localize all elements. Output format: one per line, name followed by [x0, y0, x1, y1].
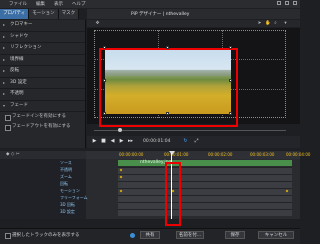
next-frame-icon[interactable]: ▶ — [118, 138, 125, 145]
track-row[interactable] — [118, 195, 292, 202]
track-row[interactable] — [118, 209, 292, 216]
move-icon[interactable]: ✥ — [95, 21, 100, 26]
menu-edit[interactable]: 編集 — [36, 1, 45, 7]
track-label: フリーフォーム — [60, 195, 88, 200]
property-panel: クロマキー シャドウ リフレクション 境界線 反転 3D 設定 不透明 フェード… — [0, 20, 86, 148]
track-row[interactable] — [118, 181, 292, 188]
window-controls — [277, 1, 297, 5]
show-selected-tracks-checkbox[interactable]: 選択したトラックのみを表示する — [5, 232, 80, 239]
preview-toolbar: ✥ ➤ ✋ ⌕ ▾ — [87, 20, 300, 27]
close-icon[interactable] — [293, 1, 297, 5]
ruler-tick: 00:00:00:00 — [119, 152, 144, 157]
prop-flip[interactable]: 反転 — [0, 66, 85, 78]
ruler-tick: 00:00:01:00 — [164, 152, 189, 157]
save-as-button[interactable]: 名前を付... — [176, 231, 204, 239]
highlight-box-preview — [99, 48, 238, 127]
track-label: 3D 設定 — [60, 209, 75, 214]
cancel-button[interactable]: キャンセル — [258, 231, 294, 239]
preview-scrubber[interactable] — [94, 130, 286, 131]
resize-handle[interactable] — [166, 46, 169, 49]
resize-handle[interactable] — [229, 46, 232, 49]
track-row[interactable] — [118, 174, 292, 181]
track-label: ズーム — [60, 174, 72, 179]
scrubber-knob[interactable] — [118, 128, 122, 132]
menu-help[interactable]: ヘルプ — [72, 1, 86, 7]
play-icon[interactable]: ▶ — [91, 138, 98, 145]
window-title: PiP デザイナー | nthevalley — [131, 12, 190, 17]
timeline-tools: ◆ ◇ ✂ — [6, 152, 20, 157]
track-label: 回転 — [60, 181, 68, 186]
share-button[interactable]: 共有 — [140, 231, 160, 239]
track-row[interactable] — [118, 202, 292, 209]
help-icon[interactable] — [130, 233, 135, 238]
tab-mask[interactable]: マスク — [58, 9, 80, 19]
resize-handle[interactable] — [166, 112, 169, 115]
prop-reflection[interactable]: リフレクション — [0, 43, 85, 55]
tab-motion[interactable]: モーション — [29, 9, 59, 19]
designer-titlebar: PiP デザイナー | nthevalley — [87, 9, 300, 19]
timeline-ruler[interactable]: 00:00:00:00 00:00:01:00 00:00:02:00 00:0… — [86, 151, 310, 159]
highlight-box-timeline — [165, 162, 181, 226]
remove-keyframe-icon[interactable]: ◇ — [11, 152, 14, 157]
resize-handle[interactable] — [229, 112, 232, 115]
track-label: モーション — [60, 188, 80, 193]
fade-in-checkbox[interactable]: フェードインを有効にする — [0, 112, 85, 122]
prop-opacity[interactable]: 不透明 — [0, 89, 85, 101]
timecode: 00:00:01:04 — [143, 139, 171, 144]
track-label: 不透明 — [60, 167, 72, 172]
fit-icon[interactable]: ▾ — [283, 21, 288, 26]
save-button[interactable]: 保存 — [225, 231, 245, 239]
track-row[interactable] — [118, 188, 292, 195]
ruler-tick: 00:00:02:00 — [208, 152, 233, 157]
resize-handle[interactable] — [103, 112, 106, 115]
prop-fade[interactable]: フェード — [0, 101, 85, 112]
timeline-clip[interactable]: nthevalley.jpg — [118, 160, 292, 166]
tab-properties[interactable]: プロパティ — [0, 9, 30, 19]
track-label: 3D 回転 — [60, 202, 75, 207]
ruler-tick: 00:00:03:00 — [250, 152, 275, 157]
add-keyframe-icon[interactable]: ◆ — [6, 152, 9, 157]
left-tabs: プロパティ モーション マスク — [0, 9, 86, 19]
split-icon[interactable]: ✂ — [16, 152, 20, 157]
menu-file[interactable]: ファイル — [9, 1, 27, 7]
prev-frame-icon[interactable]: ◀ — [109, 138, 116, 145]
prop-shadow[interactable]: シャドウ — [0, 32, 85, 43]
prop-chroma-key[interactable]: クロマキー — [0, 20, 85, 32]
playhead-marker[interactable] — [169, 151, 175, 155]
menu-view[interactable]: 表示 — [54, 1, 63, 7]
pointer-icon[interactable]: ➤ — [257, 21, 262, 26]
minimize-icon[interactable] — [277, 1, 281, 5]
resize-handle[interactable] — [103, 79, 106, 82]
resize-handle[interactable] — [229, 79, 232, 82]
hand-icon[interactable]: ✋ — [265, 21, 271, 26]
fullscreen-icon[interactable]: ⤢ — [193, 138, 200, 145]
stop-icon[interactable]: ■ — [100, 138, 107, 145]
resize-handle[interactable] — [103, 46, 106, 49]
zoom-icon[interactable]: ⌕ — [273, 21, 278, 26]
fast-forward-icon[interactable]: ▸▸ — [127, 138, 134, 145]
transport-bar: ▶ ■ ◀ ▶ ▸▸ ↻ ⤢ — [87, 136, 300, 148]
prop-3d-settings[interactable]: 3D 設定 — [0, 78, 85, 89]
rotate-icon[interactable]: ↻ — [182, 138, 189, 145]
menu-bar: ファイル 編集 表示 ヘルプ — [0, 0, 300, 8]
prop-border[interactable]: 境界線 — [0, 55, 85, 66]
track-label: ソース — [60, 160, 72, 165]
maximize-icon[interactable] — [285, 1, 289, 5]
ruler-tick: 00:00:04:00 — [286, 152, 311, 157]
fade-out-checkbox[interactable]: フェードアウトを有効にする — [0, 122, 85, 132]
track-row[interactable] — [118, 167, 292, 174]
